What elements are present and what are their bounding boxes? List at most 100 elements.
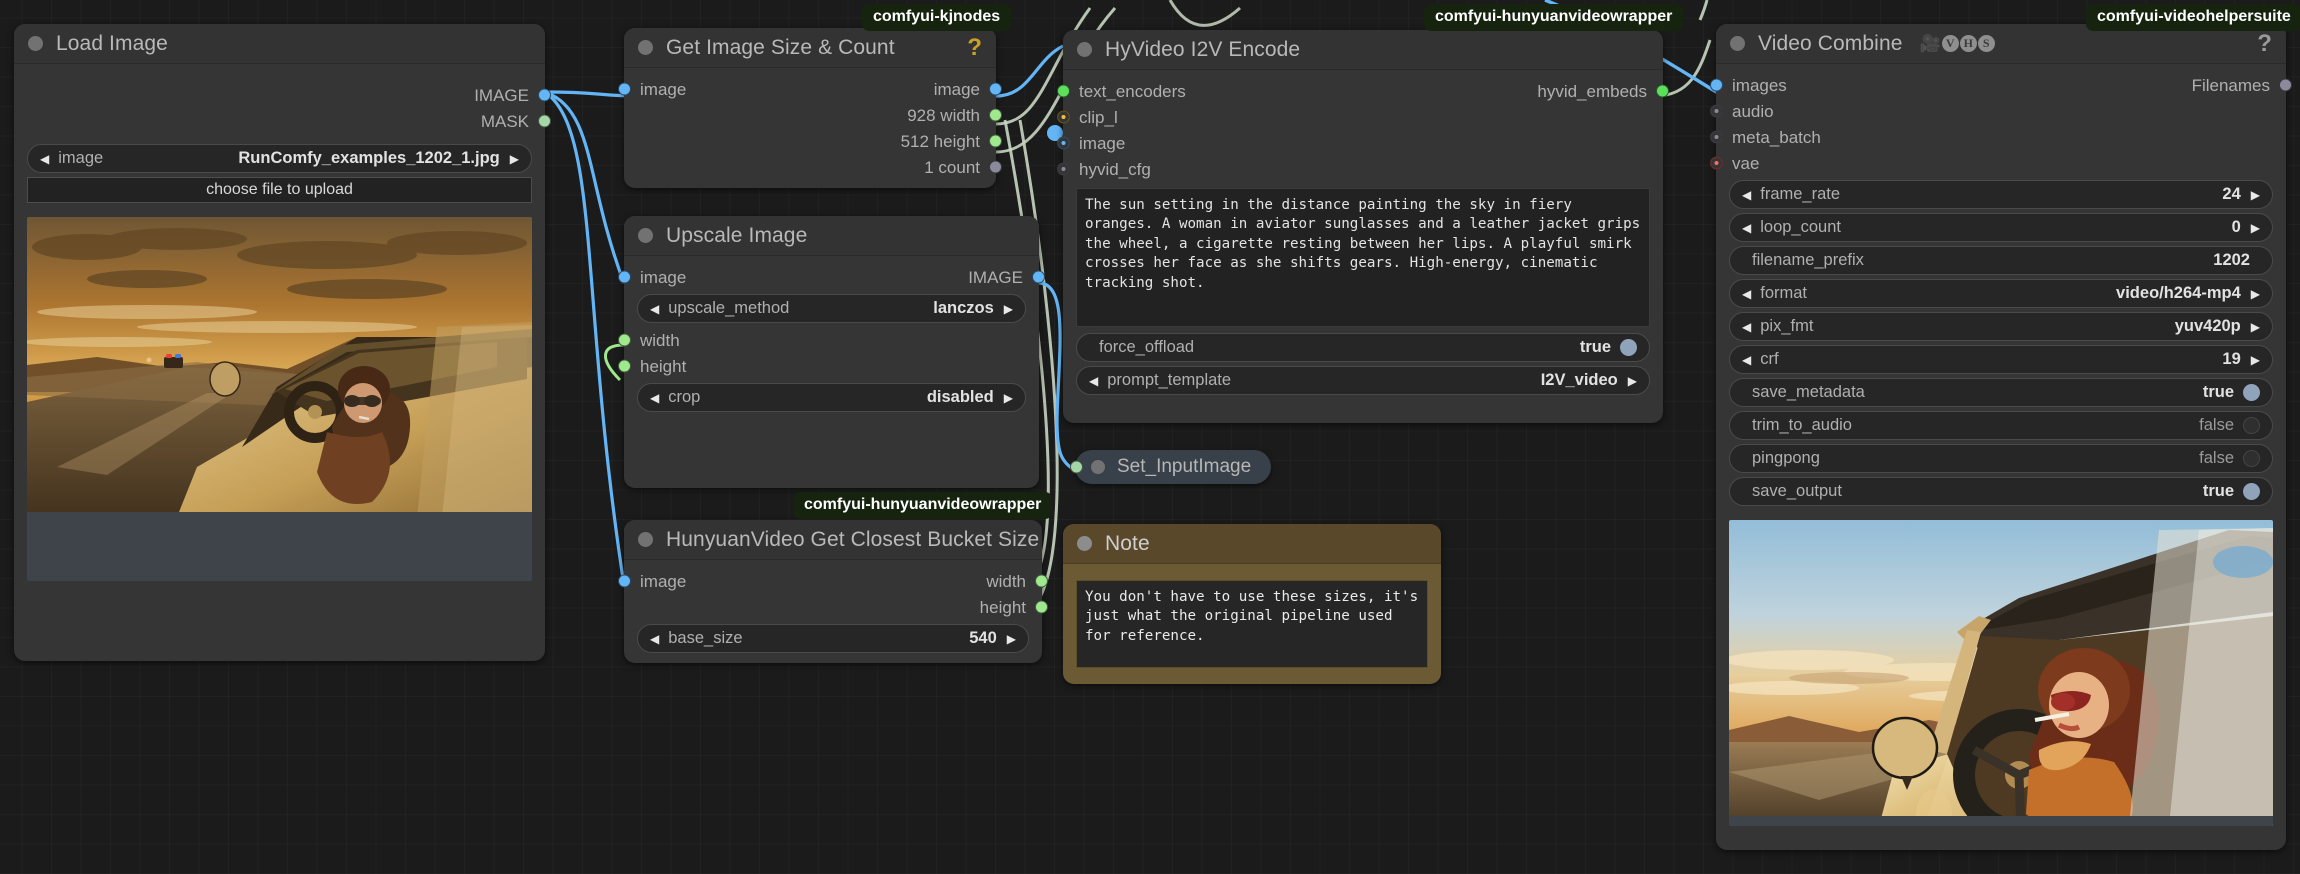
chevron-right-icon[interactable]: ▶ bbox=[510, 153, 519, 165]
output-slot-image[interactable]: IMAGE bbox=[14, 82, 551, 108]
node-set-input-image[interactable]: Set_InputImage bbox=[1070, 450, 1272, 484]
output-pin-height[interactable] bbox=[1035, 600, 1048, 614]
io-row-image[interactable]: image image bbox=[618, 76, 1002, 102]
node-note[interactable]: Note You don't have to use these sizes, … bbox=[1063, 524, 1441, 684]
prompt-textarea[interactable]: The sun setting in the distance painting… bbox=[1076, 188, 1650, 327]
output-pin-image[interactable] bbox=[989, 82, 1002, 96]
input-pin-image[interactable] bbox=[618, 270, 631, 284]
toggle-pingpong[interactable] bbox=[2243, 450, 2260, 467]
widget-frame-rate[interactable]: ◀ frame_rate 24 ▶ bbox=[1729, 180, 2273, 209]
widget-save-metadata[interactable]: save_metadata true bbox=[1729, 378, 2273, 407]
input-pin-height[interactable] bbox=[618, 359, 631, 373]
widget-force-offload[interactable]: force_offload true bbox=[1076, 333, 1650, 362]
io-row-text-encoders[interactable]: text_encoders hyvid_embeds bbox=[1057, 78, 1669, 104]
node-load-image[interactable]: Load Image IMAGE MASK ◀ image RunComfy_e… bbox=[14, 24, 551, 661]
chevron-right-icon[interactable]: ▶ bbox=[2251, 189, 2260, 201]
widget-filename-prefix[interactable]: filename_prefix 1202 bbox=[1729, 246, 2273, 275]
input-pin-image[interactable] bbox=[618, 82, 631, 96]
chevron-right-icon[interactable]: ▶ bbox=[1007, 633, 1016, 645]
input-slot-meta-batch[interactable]: meta_batch bbox=[1710, 124, 2286, 150]
input-slot-width[interactable]: width bbox=[618, 327, 1039, 353]
node-collapse-dot-icon[interactable] bbox=[638, 40, 653, 55]
output-pin-image[interactable] bbox=[1032, 270, 1045, 284]
widget-pingpong[interactable]: pingpong false bbox=[1729, 444, 2273, 473]
chevron-right-icon[interactable]: ▶ bbox=[2251, 222, 2260, 234]
chevron-left-icon[interactable]: ◀ bbox=[40, 153, 49, 165]
node-collapse-dot-icon[interactable] bbox=[638, 228, 653, 243]
node-collapse-dot-icon[interactable] bbox=[1091, 460, 1105, 474]
input-pin-image[interactable] bbox=[1057, 136, 1070, 150]
widget-format[interactable]: ◀ format video/h264-mp4 ▶ bbox=[1729, 279, 2273, 308]
widget-prompt-template[interactable]: ◀ prompt_template I2V_video ▶ bbox=[1076, 366, 1650, 395]
output-slot-height[interactable]: height bbox=[624, 594, 1048, 620]
chevron-right-icon[interactable]: ▶ bbox=[2251, 354, 2260, 366]
input-pin-clip-l[interactable] bbox=[1057, 110, 1070, 124]
widget-pix-fmt[interactable]: ◀ pix_fmt yuv420p ▶ bbox=[1729, 312, 2273, 341]
chevron-left-icon[interactable]: ◀ bbox=[1742, 288, 1751, 300]
input-slot-image[interactable]: image bbox=[1057, 130, 1663, 156]
output-slot-width[interactable]: 928 width bbox=[624, 102, 1002, 128]
node-collapse-dot-icon[interactable] bbox=[638, 532, 653, 547]
input-slot-height[interactable]: height bbox=[618, 353, 1039, 379]
io-row-images-filenames[interactable]: images Filenames bbox=[1710, 72, 2292, 98]
chevron-left-icon[interactable]: ◀ bbox=[1742, 321, 1751, 333]
output-pin-mask[interactable] bbox=[538, 114, 551, 128]
node-collapse-dot-icon[interactable] bbox=[1730, 36, 1745, 51]
toggle-save-metadata[interactable] bbox=[2243, 384, 2260, 401]
output-pin-count[interactable] bbox=[989, 160, 1002, 174]
io-row-image-width[interactable]: image width bbox=[618, 568, 1048, 594]
chevron-left-icon[interactable]: ◀ bbox=[1742, 222, 1751, 234]
widget-loop-count[interactable]: ◀ loop_count 0 ▶ bbox=[1729, 213, 2273, 242]
chevron-right-icon[interactable]: ▶ bbox=[2251, 321, 2260, 333]
output-slot-height[interactable]: 512 height bbox=[624, 128, 1002, 154]
node-load-image-titlebar[interactable]: Load Image bbox=[14, 24, 545, 64]
node-collapse-dot-icon[interactable] bbox=[28, 36, 43, 51]
chevron-left-icon[interactable]: ◀ bbox=[1742, 189, 1751, 201]
node-collapse-dot-icon[interactable] bbox=[1077, 536, 1092, 551]
chevron-left-icon[interactable]: ◀ bbox=[650, 633, 659, 645]
chevron-left-icon[interactable]: ◀ bbox=[1742, 354, 1751, 366]
help-icon[interactable]: ? bbox=[967, 34, 982, 62]
input-slot-audio[interactable]: audio bbox=[1710, 98, 2286, 124]
output-pin-height[interactable] bbox=[989, 134, 1002, 148]
chevron-right-icon[interactable]: ▶ bbox=[1004, 392, 1013, 404]
node-upscale-image[interactable]: Upscale Image image IMAGE ◀ upscale_meth… bbox=[618, 216, 1045, 488]
choose-file-to-upload-button[interactable]: choose file to upload bbox=[27, 177, 532, 203]
node-collapse-dot-icon[interactable] bbox=[1077, 42, 1092, 57]
help-icon[interactable]: ? bbox=[2257, 30, 2272, 58]
node-get-image-size-titlebar[interactable]: Get Image Size & Count ? bbox=[624, 28, 996, 68]
comfyui-graph-canvas[interactable]: comfyui-kjnodes comfyui-hunyuanvideowrap… bbox=[0, 0, 2300, 874]
chevron-right-icon[interactable]: ▶ bbox=[2251, 288, 2260, 300]
input-slot-hyvid-cfg[interactable]: hyvid_cfg bbox=[1057, 156, 1663, 182]
output-slot-count[interactable]: 1 count bbox=[624, 154, 1002, 180]
widget-crf[interactable]: ◀ crf 19 ▶ bbox=[1729, 345, 2273, 374]
node-video-combine[interactable]: Video Combine 🎥 V H S ? images Filenames… bbox=[1710, 24, 2292, 850]
chevron-left-icon[interactable]: ◀ bbox=[650, 303, 659, 315]
output-slot-mask[interactable]: MASK bbox=[14, 108, 551, 134]
widget-base-size[interactable]: ◀ base_size 540 ▶ bbox=[637, 624, 1029, 653]
chevron-right-icon[interactable]: ▶ bbox=[1628, 375, 1637, 387]
node-hunyuanvideo-get-closest-bucket-size[interactable]: HunyuanVideo Get Closest Bucket Size ima… bbox=[618, 520, 1048, 663]
node-upscale-image-titlebar[interactable]: Upscale Image bbox=[624, 216, 1039, 256]
toggle-trim-to-audio[interactable] bbox=[2243, 417, 2260, 434]
widget-image-file[interactable]: ◀ image RunComfy_examples_1202_1.jpg ▶ bbox=[27, 144, 532, 173]
input-pin-images[interactable] bbox=[1710, 78, 1723, 92]
input-pin-meta-batch[interactable] bbox=[1710, 130, 1723, 144]
chevron-left-icon[interactable]: ◀ bbox=[1089, 375, 1098, 387]
toggle-save-output[interactable] bbox=[2243, 483, 2260, 500]
input-slot-vae[interactable]: vae bbox=[1710, 150, 2286, 176]
output-pin-hyvid-embeds[interactable] bbox=[1656, 84, 1669, 98]
output-pin-width[interactable] bbox=[989, 108, 1002, 122]
output-pin-image[interactable] bbox=[538, 88, 551, 102]
widget-crop[interactable]: ◀ crop disabled ▶ bbox=[637, 383, 1026, 412]
input-pin-set-input-image[interactable] bbox=[1070, 460, 1083, 474]
chevron-left-icon[interactable]: ◀ bbox=[650, 392, 659, 404]
node-note-titlebar[interactable]: Note bbox=[1063, 524, 1441, 564]
node-i2v-titlebar[interactable]: HyVideo I2V Encode bbox=[1063, 30, 1663, 70]
node-hyvideo-i2v-encode[interactable]: HyVideo I2V Encode text_encoders hyvid_e… bbox=[1057, 30, 1669, 423]
input-pin-audio[interactable] bbox=[1710, 104, 1723, 118]
video-combine-preview[interactable] bbox=[1729, 520, 2273, 826]
output-pin-width[interactable] bbox=[1035, 574, 1048, 588]
chevron-right-icon[interactable]: ▶ bbox=[1004, 303, 1013, 315]
note-textarea[interactable]: You don't have to use these sizes, it's … bbox=[1076, 580, 1428, 668]
